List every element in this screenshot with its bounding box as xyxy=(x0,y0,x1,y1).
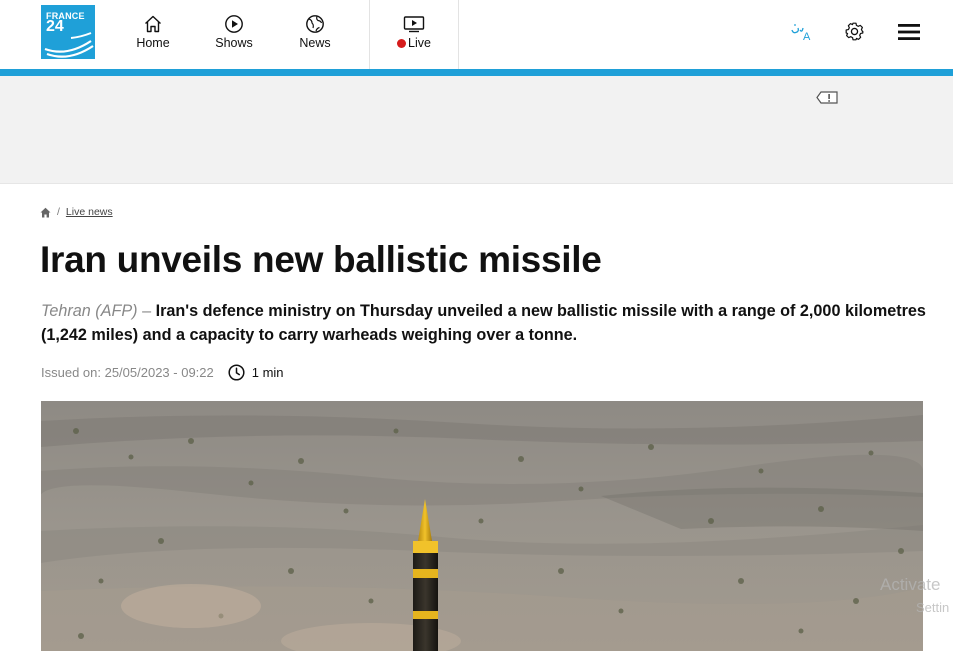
breadcrumb-live-news-link[interactable]: Live news xyxy=(66,206,113,218)
read-time: 1 min xyxy=(251,365,284,380)
play-circle-icon xyxy=(225,15,243,33)
article-lead: Tehran (AFP) – Iran's defence ministry o… xyxy=(41,299,931,347)
article-meta: Issued on: 25/05/2023 - 09:22 1 min xyxy=(41,364,284,381)
os-activation-watermark-sub: Settin xyxy=(916,600,950,615)
breadcrumb: / Live news xyxy=(40,206,113,218)
report-ad-icon[interactable] xyxy=(816,90,838,105)
language-icon[interactable]: A xyxy=(789,20,813,42)
article-hero-image xyxy=(41,401,923,651)
article-lead-text: Iran's defence ministry on Thursday unve… xyxy=(41,302,926,344)
os-activation-watermark: Activate xyxy=(880,575,941,594)
header-accent-bar xyxy=(0,69,953,76)
logo-text-24: 24 xyxy=(46,18,64,35)
svg-text:A: A xyxy=(803,31,811,42)
tv-play-icon xyxy=(403,16,425,33)
gear-icon[interactable] xyxy=(844,21,865,42)
dateline-dash: – xyxy=(142,302,152,320)
globe-icon xyxy=(306,15,324,33)
nav-live[interactable]: Live xyxy=(389,14,439,54)
site-header: FRANCE 24 Home Shows News Live A xyxy=(0,0,953,70)
missile-launch-photo xyxy=(41,401,923,651)
article-title: Iran unveils new ballistic missile xyxy=(40,239,602,280)
nav-home-label: Home xyxy=(136,36,170,50)
nav-divider xyxy=(369,0,370,70)
clock-icon xyxy=(228,364,245,381)
live-indicator-dot xyxy=(397,39,407,48)
issued-date: Issued on: 25/05/2023 - 09:22 xyxy=(41,365,214,380)
home-breadcrumb-icon[interactable] xyxy=(40,207,51,218)
hamburger-menu-icon[interactable] xyxy=(898,23,920,41)
home-icon xyxy=(145,15,161,33)
nav-divider xyxy=(458,0,459,70)
france24-logo[interactable]: FRANCE 24 xyxy=(41,5,95,59)
nav-shows-label: Shows xyxy=(215,36,253,50)
nav-live-label: Live xyxy=(408,36,431,50)
ad-banner xyxy=(0,76,953,184)
nav-home[interactable]: Home xyxy=(128,14,178,54)
nav-news[interactable]: News xyxy=(290,14,340,54)
article-dateline: Tehran (AFP) xyxy=(41,302,138,320)
nav-shows[interactable]: Shows xyxy=(209,14,259,54)
nav-news-label: News xyxy=(299,36,331,50)
breadcrumb-separator: / xyxy=(57,206,60,218)
